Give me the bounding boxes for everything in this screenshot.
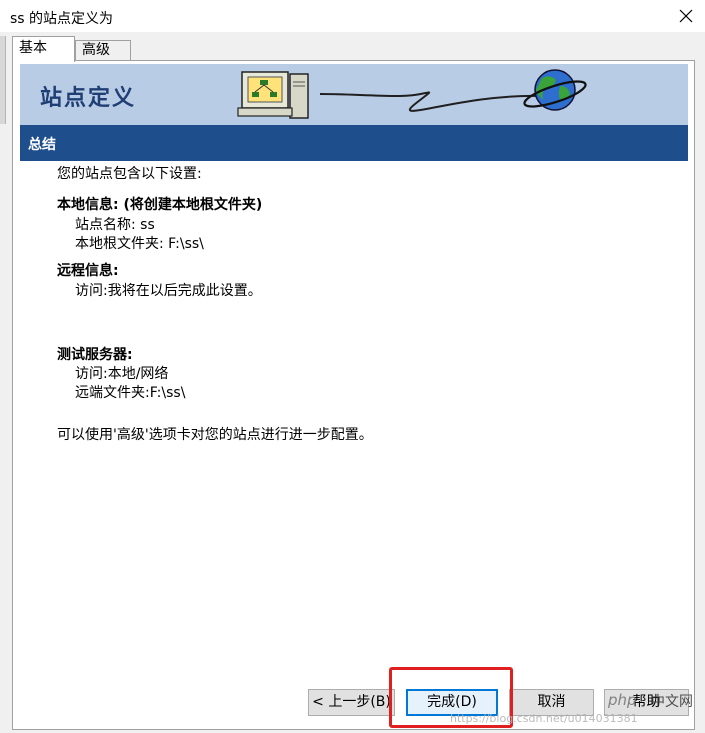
url-watermark: https://blog.csdn.net/u014031381: [450, 712, 638, 725]
window-title: ss 的站点定义为: [10, 11, 114, 27]
globe-icon: [523, 69, 587, 111]
title-bar: ss 的站点定义为: [0, 0, 705, 32]
local-info-heading: 本地信息: (将创建本地根文件夹): [57, 197, 263, 213]
site-definition-banner: 站点定义: [20, 64, 688, 125]
close-icon: [679, 9, 692, 23]
tab-advanced[interactable]: 高级: [75, 40, 131, 60]
test-server-access: 访问:本地/网络: [75, 366, 169, 382]
close-button[interactable]: [666, 0, 705, 32]
remote-access: 访问:我将在以后完成此设置。: [75, 283, 262, 299]
background-window-edge: [0, 36, 6, 124]
summary-intro: 您的站点包含以下设置:: [57, 166, 202, 182]
summary-header: 总结: [20, 125, 688, 161]
advanced-config-note: 可以使用'高级'选项卡对您的站点进行进一步配置。: [57, 427, 373, 443]
cn-watermark: 中文网: [651, 694, 693, 710]
banner-graphic: [237, 69, 587, 119]
remote-info-heading: 远程信息:: [57, 263, 119, 279]
tab-basic[interactable]: 基本: [12, 36, 75, 62]
back-button[interactable]: < 上一步(B): [308, 689, 395, 716]
test-server-remote-folder: 远端文件夹:F:\ss\: [75, 385, 186, 401]
local-root-folder: 本地根文件夹: F:\ss\: [75, 236, 204, 252]
summary-header-title: 总结: [28, 137, 56, 153]
local-site-name: 站点名称: ss: [75, 217, 155, 233]
computer-network-icon: [237, 71, 309, 119]
test-server-heading: 测试服务器:: [57, 347, 133, 363]
php-watermark: php: [608, 691, 637, 709]
